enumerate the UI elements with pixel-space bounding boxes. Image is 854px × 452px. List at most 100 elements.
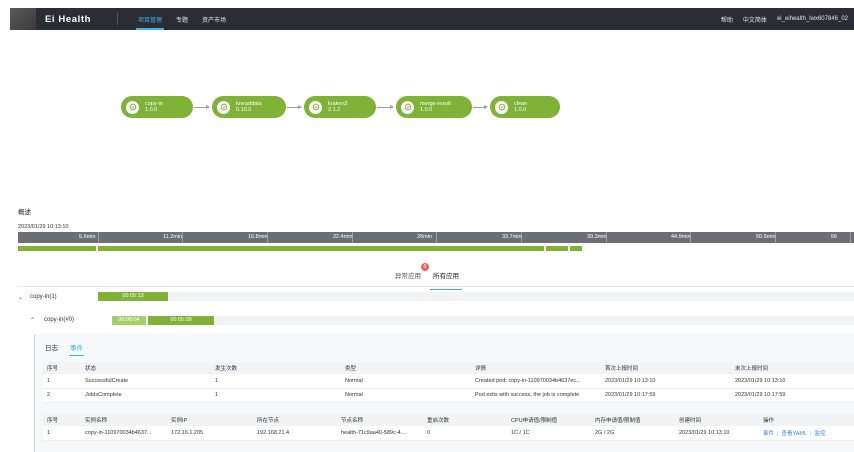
flow-arrow	[287, 105, 302, 109]
column-header: 实例IP	[167, 414, 253, 426]
timeline-bar-kneaddata[interactable]	[98, 246, 544, 251]
app-filter-tabs: 异常应用 0 所有应用	[0, 263, 854, 290]
table-cell: 172.16.1.205	[167, 426, 253, 441]
flow-arrow	[377, 105, 394, 109]
node-version: 2.1.2	[328, 107, 341, 113]
node-version: 0.10.0	[236, 107, 252, 113]
table-cell: 2023/01/29 10:17:59	[731, 388, 854, 403]
pod-detail-panel: 日志 事件 序号 状态 发生次数 类型 详情 首次上报时间 末次上报时间 1 S…	[34, 334, 854, 452]
nav-topics[interactable]: 专题	[176, 8, 188, 30]
timeline-start-time: 2023/01/29 10:13:10	[18, 224, 69, 230]
abnormal-count-badge: 0	[421, 263, 429, 271]
column-header: 序号	[43, 362, 81, 374]
help-link[interactable]: 帮助	[721, 15, 733, 24]
tab-events[interactable]: 事件	[69, 342, 84, 356]
logo[interactable]	[10, 8, 36, 30]
column-header: 详情	[471, 362, 601, 374]
table-cell: Pod exits with success, the job is compl…	[471, 388, 601, 403]
instances-table: 序号 实例名称 实例IP 所在节点 节点名称 重启次数 CPU申请值/限制值 内…	[43, 414, 854, 441]
workflow-node-kraken2[interactable]: kraken2 2.1.2	[304, 96, 376, 118]
table-cell: 1	[43, 426, 81, 441]
task-icon	[495, 100, 508, 114]
column-header: 重启次数	[423, 414, 507, 426]
task-icon	[309, 100, 322, 114]
pod-name: copy-in(#0)	[44, 317, 75, 323]
tab-logs[interactable]: 日志	[45, 342, 58, 352]
language-switch[interactable]: 中文简体	[743, 15, 767, 24]
job-name: copy-in(1)	[30, 294, 57, 300]
table-cell: 1	[43, 374, 81, 389]
table-cell: 1	[211, 388, 341, 403]
column-header: 创建时间	[675, 414, 759, 426]
workflow-node-merge-result[interactable]: merge-result 1.0.0	[396, 96, 472, 118]
table-cell: Normal	[341, 374, 471, 389]
task-icon	[401, 100, 414, 114]
column-header: 末次上报时间	[731, 362, 854, 374]
tabs-divider	[18, 286, 854, 287]
column-header: 节点名称	[337, 414, 423, 426]
flow-arrow	[473, 105, 488, 109]
column-header: 实例名称	[81, 414, 167, 426]
column-header: 序号	[43, 414, 81, 426]
table-row: 1 SuccessfulCreate 1 Normal Created pod:…	[43, 374, 854, 389]
node-version: 1.0.0	[420, 107, 433, 113]
nav-asset-market[interactable]: 资产市场	[202, 8, 226, 30]
table-cell: copy-in-110970034b4637...	[81, 426, 167, 441]
nav-project-management[interactable]: 项目管理	[135, 8, 165, 30]
column-header: 类型	[341, 362, 471, 374]
monitor-link[interactable]: 监控	[814, 431, 825, 437]
node-version: 1.0.0	[514, 107, 527, 113]
table-cell: 2023/01/29 10:13:10	[731, 374, 854, 389]
brand-name: Ei Health	[45, 13, 92, 25]
column-header: 状态	[81, 362, 211, 374]
column-header: 首次上报时间	[601, 362, 731, 374]
tab-abnormal-label: 异常应用	[395, 273, 421, 280]
workflow-node-copy-in[interactable]: copy-in 1.0.0	[121, 96, 193, 118]
tab-all-apps[interactable]: 所有应用	[430, 264, 462, 290]
flow-arrow	[194, 105, 210, 109]
top-bar: Ei Health 项目管理 专题 资产市场 帮助 中文简体 ei_eiheal…	[10, 8, 854, 30]
pod-wait-bar[interactable]: 00:00:04	[112, 316, 146, 325]
table-row: 2 JobIsComplete 1 Normal Pod exits with …	[43, 388, 854, 403]
events-table: 序号 状态 发生次数 类型 详情 首次上报时间 末次上报时间 1 Success…	[43, 362, 854, 403]
table-cell: 1C / 1C	[507, 426, 591, 441]
table-cell: health-71c9aa40-589c-4...	[337, 426, 423, 441]
table-row: 1 copy-in-110970034b4637... 172.16.1.205…	[43, 426, 854, 441]
main-nav: 项目管理 专题 资产市场	[135, 8, 240, 30]
detail-subtabs: 日志 事件	[45, 342, 95, 356]
table-header-row: 序号 实例名称 实例IP 所在节点 节点名称 重启次数 CPU申请值/限制值 内…	[43, 414, 854, 426]
separator: |	[810, 430, 812, 437]
table-cell: JobIsComplete	[81, 388, 211, 403]
workflow-diagram: copy-in 1.0.0 kneaddata 0.10.0 kraken2 2.1.…	[0, 96, 854, 120]
table-cell: Created pod: copy-in-110970034b4637ec...	[471, 374, 601, 389]
timeline-bar-copy-in[interactable]	[18, 246, 96, 251]
timeline-bar-kraken2[interactable]	[546, 246, 568, 251]
chevron-up-icon[interactable]: ⌃	[30, 317, 38, 324]
pod-run-bar[interactable]: 00:05:09	[148, 316, 214, 325]
workflow-node-clean[interactable]: clean 1.0.0	[490, 96, 560, 118]
table-cell: 2023/01/29 10:13:10	[601, 374, 731, 389]
task-icon	[217, 100, 230, 114]
table-cell: 2	[43, 388, 81, 403]
job-duration-bar[interactable]: 00:05:13	[98, 292, 168, 301]
table-cell: 0	[423, 426, 507, 441]
timeline-bar-merge-result[interactable]	[570, 246, 582, 251]
column-header: CPU申请值/限制值	[507, 414, 591, 426]
user-account[interactable]: ei_eihealth_lwx607846_02	[777, 16, 848, 22]
overview-title: 概述	[18, 209, 31, 216]
table-cell: 2023/01/29 10:13:10	[675, 426, 759, 441]
top-right-menu: 帮助 中文简体 ei_eihealth_lwx607846_02	[711, 15, 854, 24]
chevron-down-icon[interactable]: ⌄	[18, 294, 26, 301]
workflow-node-kneaddata[interactable]: kneaddata 0.10.0	[212, 96, 286, 118]
node-version: 1.0.0	[145, 107, 158, 113]
nav-divider	[117, 13, 118, 25]
table-cell: 2023/01/29 10:17:59	[601, 388, 731, 403]
tab-abnormal-apps[interactable]: 异常应用 0	[395, 263, 429, 284]
view-yaml-link[interactable]: 查看YAML	[781, 431, 807, 437]
separator: |	[777, 430, 779, 437]
job-track: 00:05:13	[98, 292, 854, 301]
events-link[interactable]: 事件	[763, 431, 774, 437]
table-cell: Normal	[341, 388, 471, 403]
table-cell: 192.168.21.4	[253, 426, 337, 441]
table-cell: 1	[211, 374, 341, 389]
